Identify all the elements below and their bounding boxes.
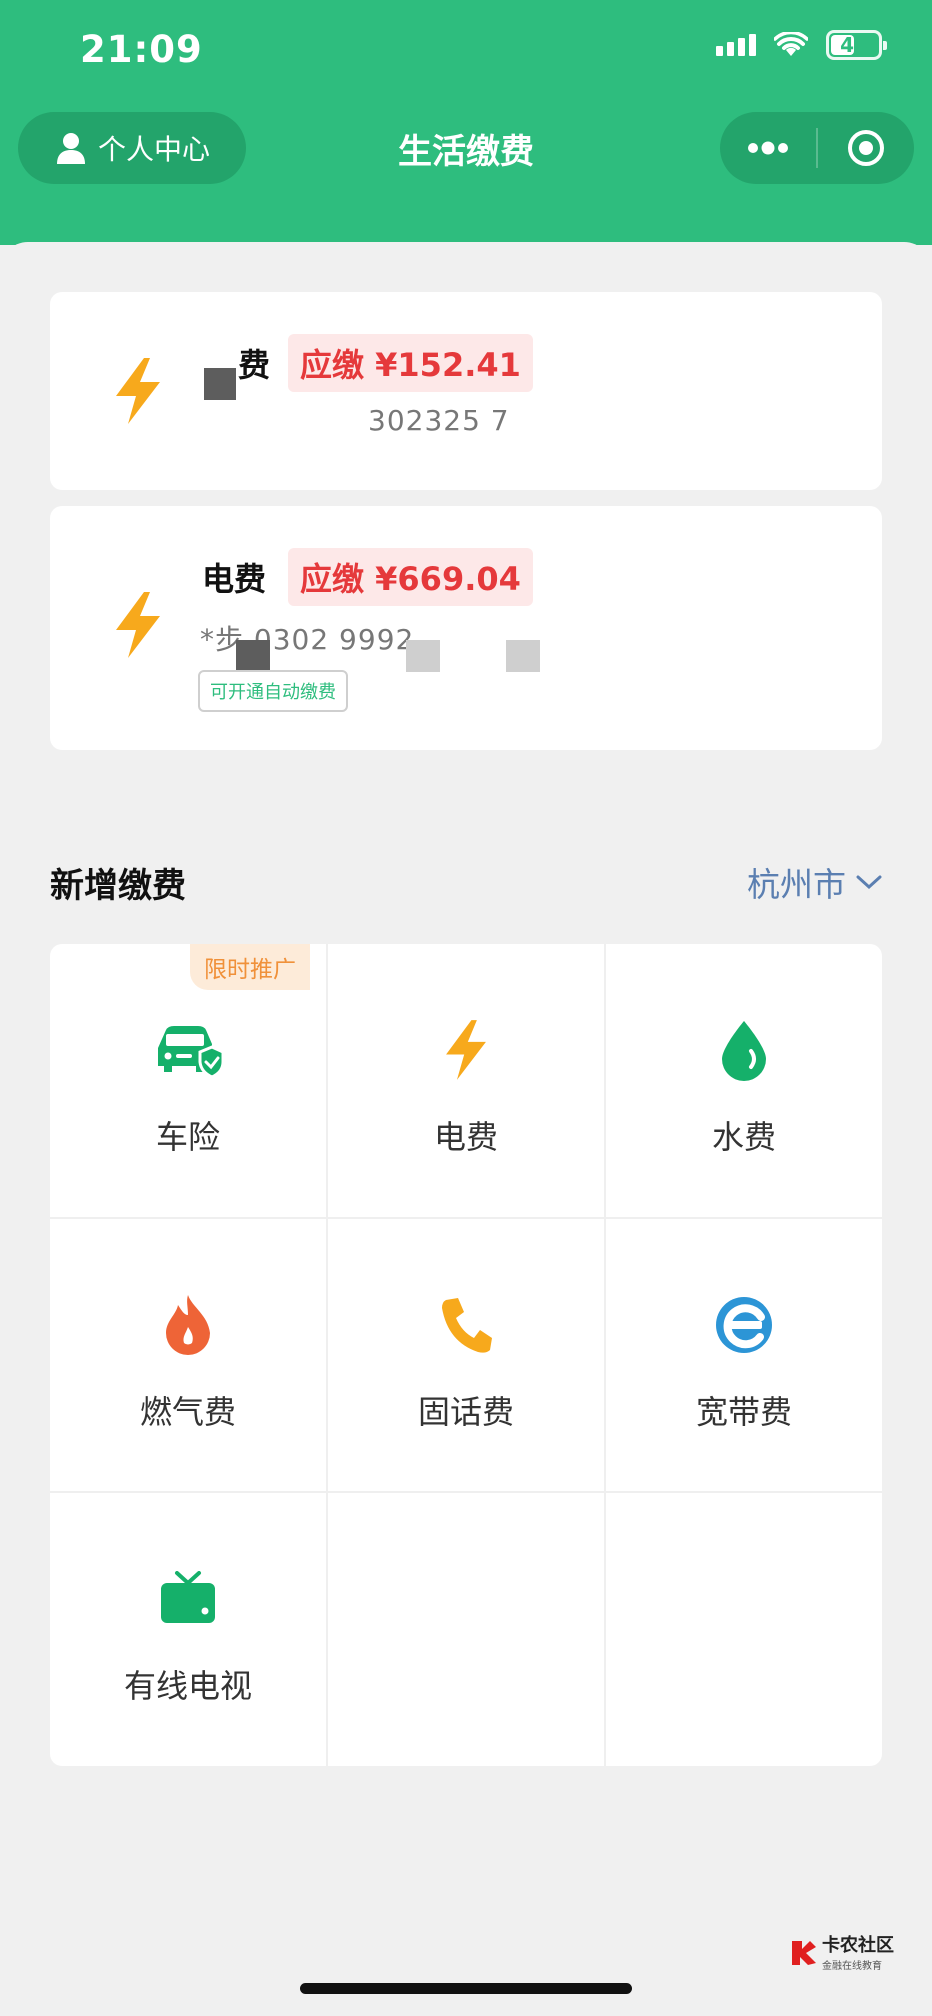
payment-item-label: 固话费	[417, 1393, 514, 1431]
battery-icon: 45	[826, 30, 887, 60]
bill-title: 电费	[202, 560, 267, 598]
browser-e-icon	[716, 1297, 772, 1353]
personal-center-button[interactable]: 个人中心	[18, 112, 246, 184]
city-selector[interactable]: 杭州市	[747, 858, 882, 906]
amount-due-badge: 应缴 ¥669.04	[288, 548, 533, 606]
lightning-icon	[116, 592, 160, 658]
status-time: 21:09	[80, 28, 203, 71]
water-drop-icon	[722, 1021, 766, 1081]
bill-card[interactable]: 费 应缴 ¥152.41 302325 7	[50, 292, 882, 490]
payment-item-label: 宽带费	[695, 1393, 792, 1431]
promo-badge: 限时推广	[190, 944, 310, 990]
signal-icon	[716, 34, 756, 56]
home-indicator	[300, 1983, 632, 1994]
city-label: 杭州市	[747, 865, 846, 904]
close-miniprogram-button[interactable]	[818, 112, 914, 184]
redacted-block	[204, 368, 236, 400]
battery-level: 45	[840, 33, 868, 57]
payment-item-label: 电费	[433, 1118, 498, 1156]
amount-due-badge: 应缴 ¥152.41	[288, 334, 533, 392]
payment-item-label: 燃气费	[139, 1393, 236, 1431]
new-payment-grid: 车险 限时推广 电费 水费 燃气费 固话费 宽带费 有线电视	[50, 944, 882, 1766]
payment-item-gas[interactable]: 燃气费	[50, 1219, 326, 1492]
payment-item-label: 有线电视	[123, 1667, 252, 1705]
more-button[interactable]	[720, 112, 816, 184]
new-payment-title: 新增缴费	[50, 866, 186, 906]
payment-item-label: 水费	[711, 1118, 776, 1156]
account-number: *步 0302 9992	[200, 623, 415, 656]
watermark-logo: 卡农社区 金融在线教育	[788, 1931, 894, 1972]
payment-item-broadband[interactable]: 宽带费	[606, 1219, 882, 1492]
more-icon	[748, 141, 788, 155]
redacted-block	[406, 640, 440, 672]
account-number: 302325 7	[368, 404, 510, 437]
payment-item-water[interactable]: 水费	[606, 944, 882, 1217]
flame-icon	[166, 1295, 210, 1355]
bill-card[interactable]: 电费 应缴 ¥669.04 *步 0302 9992 可开通自动缴费	[50, 506, 882, 750]
redacted-block	[506, 640, 540, 672]
auto-pay-tag[interactable]: 可开通自动缴费	[198, 670, 348, 712]
payment-item-landline[interactable]: 固话费	[328, 1219, 604, 1492]
payment-item-electricity[interactable]: 电费	[328, 944, 604, 1217]
wifi-icon	[774, 32, 808, 56]
personal-center-label: 个人中心	[97, 133, 210, 166]
miniprogram-capsule	[720, 112, 914, 184]
user-icon	[56, 133, 85, 164]
watermark-icon	[792, 1940, 816, 1965]
tv-icon	[161, 1571, 215, 1623]
redacted-block	[236, 640, 270, 672]
payment-item-cable-tv[interactable]: 有线电视	[50, 1493, 326, 1766]
content-area: 费 应缴 ¥152.41 302325 7 电费 应缴 ¥669.04 *步 0…	[0, 242, 932, 2016]
target-icon	[848, 130, 884, 166]
car-insurance-icon	[158, 1026, 224, 1078]
bill-title: 费	[238, 346, 271, 384]
header-bar: 21:09 45 个人中心 生活缴费	[0, 0, 932, 245]
lightning-icon	[446, 1020, 486, 1080]
phone-icon	[442, 1298, 492, 1353]
chevron-down-icon	[856, 875, 882, 890]
status-icons: 45	[716, 30, 887, 60]
payment-item-label: 车险	[155, 1118, 220, 1156]
watermark-subtext: 金融在线教育	[822, 1961, 882, 1972]
watermark-text: 卡农社区	[822, 1935, 894, 1956]
lightning-icon	[116, 358, 160, 424]
